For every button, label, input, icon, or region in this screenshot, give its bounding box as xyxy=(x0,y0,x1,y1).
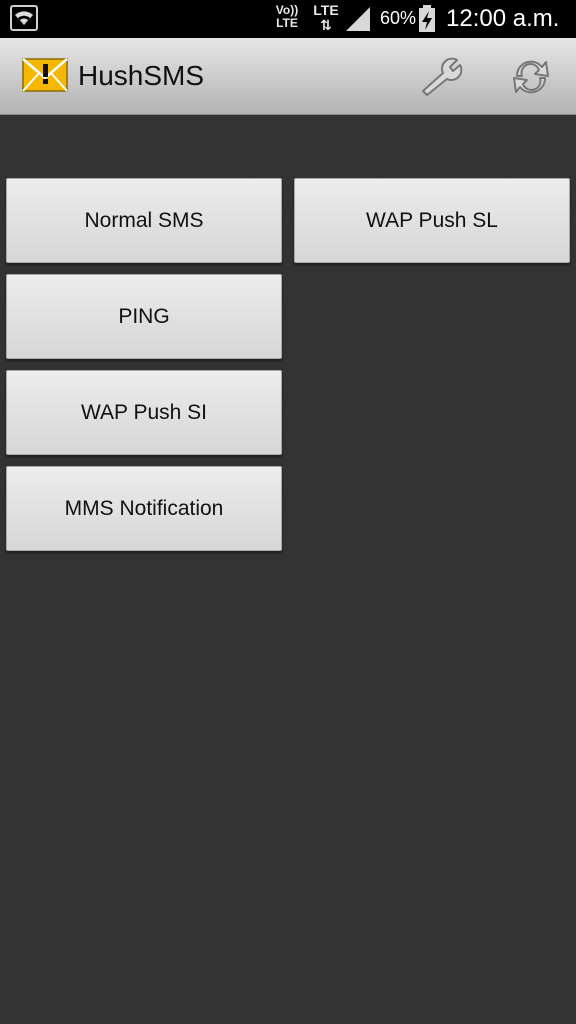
app-title: HushSMS xyxy=(78,60,205,91)
wap-push-sl-button[interactable]: WAP Push SL xyxy=(294,178,570,263)
mms-notification-button[interactable]: MMS Notification xyxy=(6,466,282,551)
settings-button[interactable] xyxy=(414,54,468,100)
data-activity-icon: ⇅ xyxy=(320,17,332,33)
refresh-icon xyxy=(513,60,549,94)
battery-charging-icon xyxy=(419,5,435,32)
normal-sms-button[interactable]: Normal SMS xyxy=(6,178,282,263)
clock: 12:00 a.m. xyxy=(446,5,560,32)
wrench-icon xyxy=(422,57,463,96)
ping-button[interactable]: PING xyxy=(6,274,282,359)
envelope-warning-icon xyxy=(22,58,68,92)
volte-indicator: Vo)) LTE xyxy=(275,3,299,30)
network-label: LTE xyxy=(313,2,339,18)
battery-percent: 60% xyxy=(380,8,417,28)
wap-push-si-button[interactable]: WAP Push SI xyxy=(6,370,282,455)
refresh-button[interactable] xyxy=(504,54,558,100)
status-bar: Vo)) LTE LTE ⇅ 60% 12:00 a.m. xyxy=(0,0,576,38)
signal-icon xyxy=(346,7,370,31)
network-indicator: LTE ⇅ xyxy=(310,3,342,33)
action-bar: HushSMS xyxy=(0,38,576,115)
wifi-icon xyxy=(10,5,38,31)
